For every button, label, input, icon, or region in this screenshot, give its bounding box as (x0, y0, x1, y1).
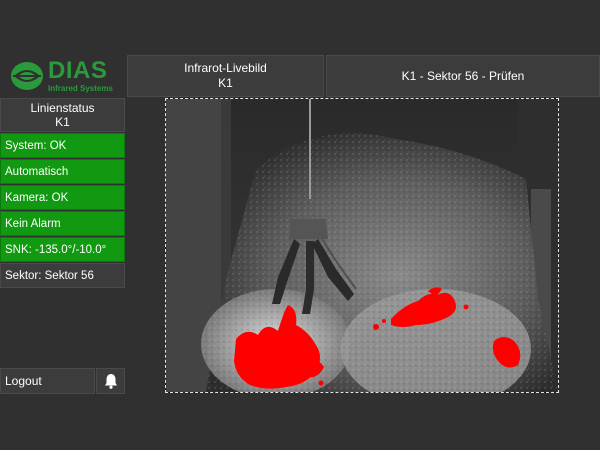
live-image-title: Infrarot-Livebild (184, 61, 267, 75)
sector-check-label: K1 - Sektor 56 - Prüfen (401, 68, 525, 83)
brand-name: DIAS (48, 57, 108, 84)
logout-button[interactable]: Logout (0, 368, 95, 394)
alarm-bell-button[interactable] (96, 368, 125, 394)
dias-logo: DIAS Infrared Systems (0, 55, 125, 97)
live-image-subtitle: K1 (218, 76, 233, 90)
infrared-live-image[interactable] (165, 98, 559, 393)
status-mode: Automatisch (0, 159, 125, 184)
brand-subtitle: Infrared Systems (48, 84, 113, 93)
status-sector[interactable]: Sektor: Sektor 56 (0, 263, 125, 288)
line-status-subtitle: K1 (55, 115, 70, 129)
status-system: System: OK (0, 133, 125, 158)
bell-icon (104, 374, 117, 389)
line-status-header: Linienstatus K1 (0, 98, 125, 132)
sector-check-button[interactable]: K1 - Sektor 56 - Prüfen (326, 55, 600, 97)
status-camera: Kamera: OK (0, 185, 125, 210)
live-image-header[interactable]: Infrarot-Livebild K1 (127, 55, 324, 97)
status-snk-angles: SNK: -135.0°/-10.0° (0, 237, 125, 262)
infrared-scene (166, 99, 558, 392)
leaf-logo-icon (11, 62, 43, 90)
line-status-title: Linienstatus (30, 100, 95, 115)
status-alarm: Kein Alarm (0, 211, 125, 236)
status-list: System: OK Automatisch Kamera: OK Kein A… (0, 133, 125, 289)
